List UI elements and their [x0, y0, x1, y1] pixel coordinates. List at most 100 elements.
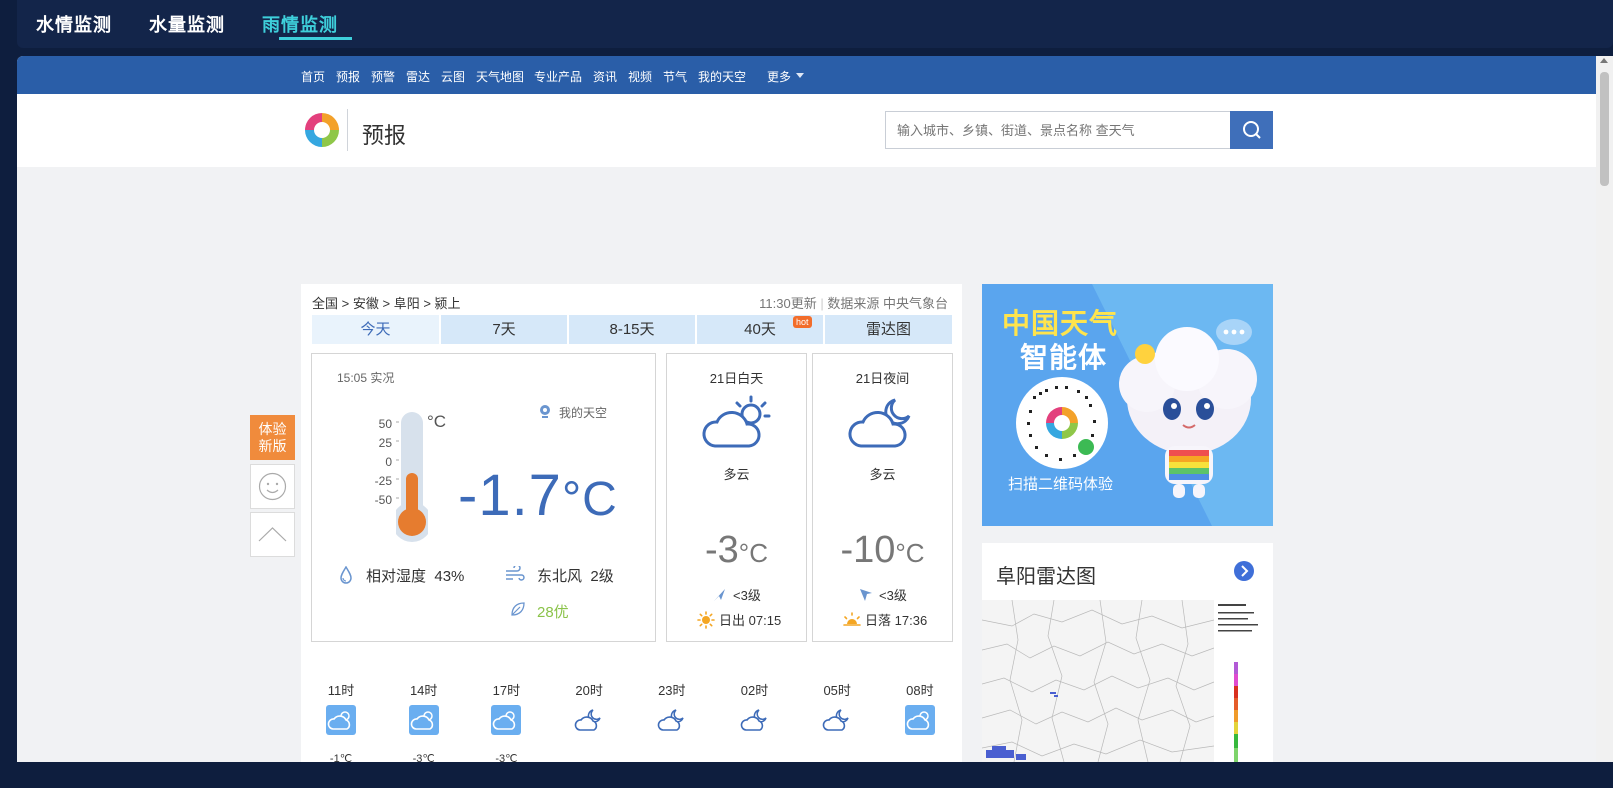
search-icon	[1243, 121, 1261, 139]
crumb-county: 颍上	[434, 296, 461, 311]
active-tab-underline	[279, 37, 352, 40]
banner-subtitle: 智能体	[1020, 342, 1108, 373]
tab-radar[interactable]: 雷达图	[825, 315, 952, 344]
nav-weather-map[interactable]: 天气地图	[476, 68, 524, 85]
scale-label: 0	[385, 455, 392, 469]
weather-main-card: 全国 > 安徽 > 阜阳 > 颍上 11:30更新 | 数据来源 中央气象台 今…	[301, 284, 962, 762]
hour-item: 11时 -1℃	[316, 680, 366, 762]
night-title: 21日夜间	[855, 371, 910, 386]
tab-rain-monitor[interactable]: 雨情监测	[262, 11, 338, 37]
cloudy-night-icon	[740, 709, 767, 731]
night-temp-value: -10	[840, 529, 896, 571]
nav-solar-terms[interactable]: 节气	[663, 68, 687, 85]
my-sky-link[interactable]: 我的天空	[559, 404, 607, 421]
webcam-icon	[540, 405, 550, 418]
hour-temperature: -3℃	[412, 753, 435, 762]
cloudy-night-icon	[657, 709, 684, 731]
update-time: 11:30更新	[759, 296, 817, 311]
current-temp-value: -1.7	[458, 463, 562, 528]
city-search-input[interactable]	[885, 111, 1231, 149]
crumb-province[interactable]: 安徽	[353, 296, 379, 311]
scale-label: -25	[374, 474, 392, 488]
sunrise-label: 日出	[719, 613, 746, 628]
hour-label: 14时	[409, 683, 438, 698]
chevron-right-icon	[1241, 565, 1249, 577]
hour-label: 02时	[740, 683, 769, 698]
feedback-button[interactable]	[250, 464, 295, 509]
scale-label: 25	[378, 436, 392, 450]
chat-bubble-icon	[1216, 319, 1252, 345]
scroll-up-arrow-icon[interactable]	[1600, 58, 1608, 63]
wind-level: 2级	[590, 568, 614, 585]
crumb-national[interactable]: 全国	[312, 296, 338, 311]
search-button[interactable]	[1230, 111, 1273, 149]
nighttime-forecast: 21日夜间 多云 -10°C <3级 日落 17:36	[812, 353, 953, 642]
tab-today[interactable]: 今天	[312, 315, 439, 344]
forecast-tabs: 今天 7天 8-15天 40天 雷达图	[312, 315, 952, 344]
hour-label: 20时	[575, 683, 603, 698]
nav-warning[interactable]: 预警	[371, 68, 395, 85]
nav-pro-products[interactable]: 专业产品	[534, 68, 582, 85]
radar-map-image[interactable]	[982, 600, 1273, 762]
cloudy-night-icon	[848, 398, 911, 448]
radar-title: 阜阳雷达图	[996, 566, 1096, 588]
back-to-top-button[interactable]	[250, 512, 295, 557]
sunrise-icon	[697, 611, 715, 629]
cloudy-day-icon	[904, 705, 935, 735]
daytime-forecast: 21日白天 多云 -3°C <3级 日出 07:15	[666, 353, 807, 642]
ai-agent-banner[interactable]: 中国天气 智能体 扫描二维码体验	[982, 284, 1273, 526]
tab-water-volume[interactable]: 水量监测	[149, 11, 225, 37]
chevron-up-icon	[258, 527, 287, 542]
sunset: 日落 17:36	[865, 610, 927, 629]
cloudy-day-icon	[491, 705, 522, 735]
top-tab-bar: 水情监测 水量监测 雨情监测	[17, 0, 1613, 48]
observation-time: 15:05 实况	[337, 371, 395, 385]
nav-forecast[interactable]: 预报	[336, 68, 360, 85]
scrollbar-thumb[interactable]	[1600, 72, 1609, 186]
cloudy-night-icon	[822, 709, 849, 731]
wind-icon	[506, 566, 525, 581]
tab-7days[interactable]: 7天	[441, 315, 567, 344]
current-temperature: -1.7°C	[458, 462, 618, 529]
nav-radar[interactable]: 雷达	[406, 68, 430, 85]
day-wind: <3级	[733, 588, 761, 603]
tab-8-15days[interactable]: 8-15天	[569, 315, 695, 344]
hour-item: 20时	[564, 680, 614, 735]
sunset-icon	[843, 612, 861, 626]
weather-logo-icon[interactable]	[302, 110, 342, 150]
day-temperature: -3°C	[667, 529, 806, 572]
qr-code-icon	[1016, 377, 1108, 469]
page-title: 预报	[362, 123, 407, 148]
wind-arrow-icon	[714, 589, 725, 601]
hour-item: 05时	[812, 680, 862, 735]
night-temp-unit: °C	[895, 538, 925, 568]
radar-more-button[interactable]	[1234, 561, 1254, 581]
night-weather: 多云	[869, 467, 896, 482]
hour-item: 14时 -3℃	[399, 680, 449, 762]
day-title: 21日白天	[709, 371, 764, 386]
hour-item: 08时	[895, 680, 945, 735]
hour-label: 11时	[327, 683, 355, 698]
wind-direction: 东北风	[537, 568, 583, 585]
hour-temperature: -1℃	[329, 753, 353, 762]
nav-news[interactable]: 资讯	[593, 68, 617, 85]
night-wind: <3级	[879, 588, 907, 603]
sunset-time: 17:36	[894, 613, 928, 628]
logo-divider	[347, 109, 348, 151]
nav-home[interactable]: 首页	[301, 68, 325, 85]
new-version-line1: 体验	[258, 421, 287, 437]
nav-video[interactable]: 视频	[628, 68, 652, 85]
new-version-line2: 新版	[258, 438, 287, 454]
humidity: 相对湿度 43%	[366, 565, 464, 586]
air-quality[interactable]: 28优	[537, 601, 569, 622]
hour-item: 17时 -3℃	[481, 680, 531, 762]
nav-cloud[interactable]: 云图	[441, 68, 465, 85]
crumb-city[interactable]: 阜阳	[394, 296, 420, 311]
nav-my-sky[interactable]: 我的天空	[698, 68, 746, 85]
tab-water-level[interactable]: 水情监测	[36, 11, 112, 37]
nav-more[interactable]: 更多	[767, 68, 791, 85]
scale-label: 50	[378, 417, 392, 431]
new-version-button[interactable]: 体验 新版	[250, 415, 295, 460]
update-info: 11:30更新 | 数据来源 中央气象台	[759, 296, 948, 311]
hour-item: 23时	[647, 680, 697, 735]
